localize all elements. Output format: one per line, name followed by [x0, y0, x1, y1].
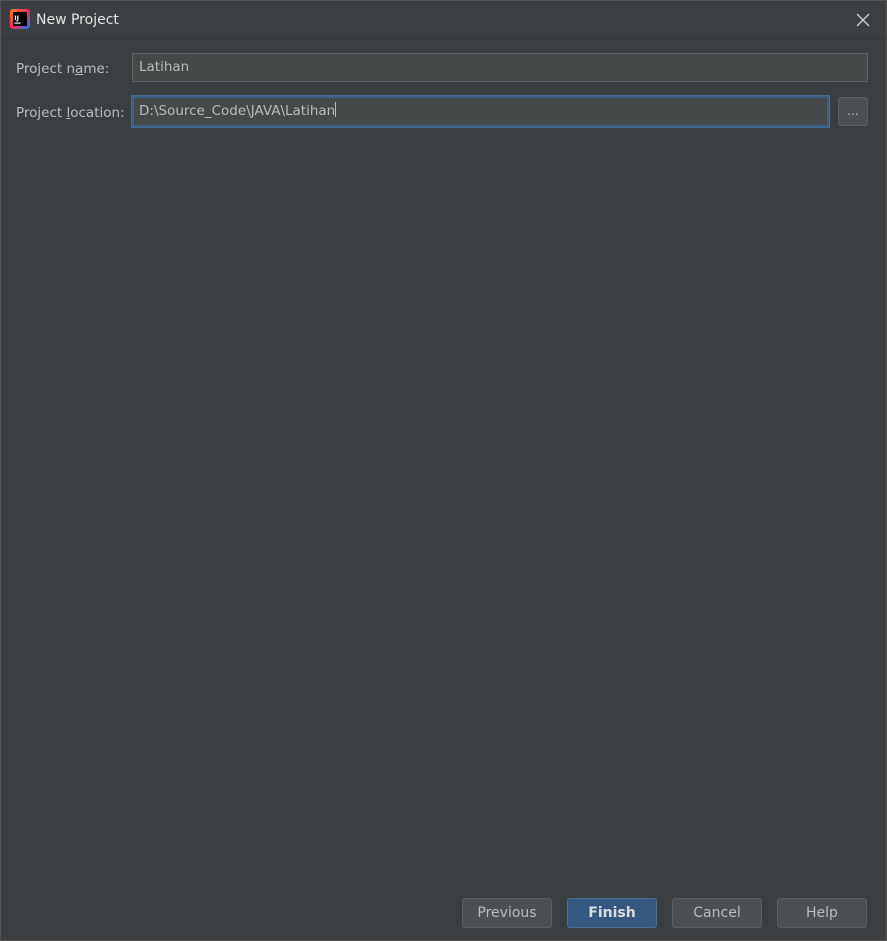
dialog-title: New Project	[36, 12, 119, 28]
intellij-idea-icon: IJ	[10, 9, 30, 29]
finish-button[interactable]: Finish	[567, 898, 657, 928]
project-name-value: Latihan	[139, 59, 190, 75]
new-project-dialog: IJ New Project Project name: Latihan Pro…	[0, 0, 887, 941]
browse-location-button[interactable]: ...	[838, 97, 868, 126]
project-location-input[interactable]: D:\Source_Code\JAVA\Latihan	[132, 96, 829, 127]
text-caret	[335, 102, 337, 117]
close-button[interactable]	[840, 1, 886, 38]
close-icon[interactable]	[856, 13, 870, 27]
project-name-input[interactable]: Latihan	[132, 53, 868, 82]
project-name-label: Project name:	[16, 61, 110, 77]
svg-text:IJ: IJ	[14, 14, 19, 22]
cancel-button[interactable]: Cancel	[672, 898, 762, 928]
dialog-content: Project name: Latihan Project location: …	[1, 39, 886, 940]
title-bar[interactable]: IJ New Project	[1, 1, 886, 39]
help-button[interactable]: Help	[777, 898, 867, 928]
previous-button[interactable]: Previous	[462, 898, 552, 928]
project-location-label: Project location:	[16, 105, 125, 121]
project-location-value: D:\Source_Code\JAVA\Latihan	[139, 103, 336, 119]
